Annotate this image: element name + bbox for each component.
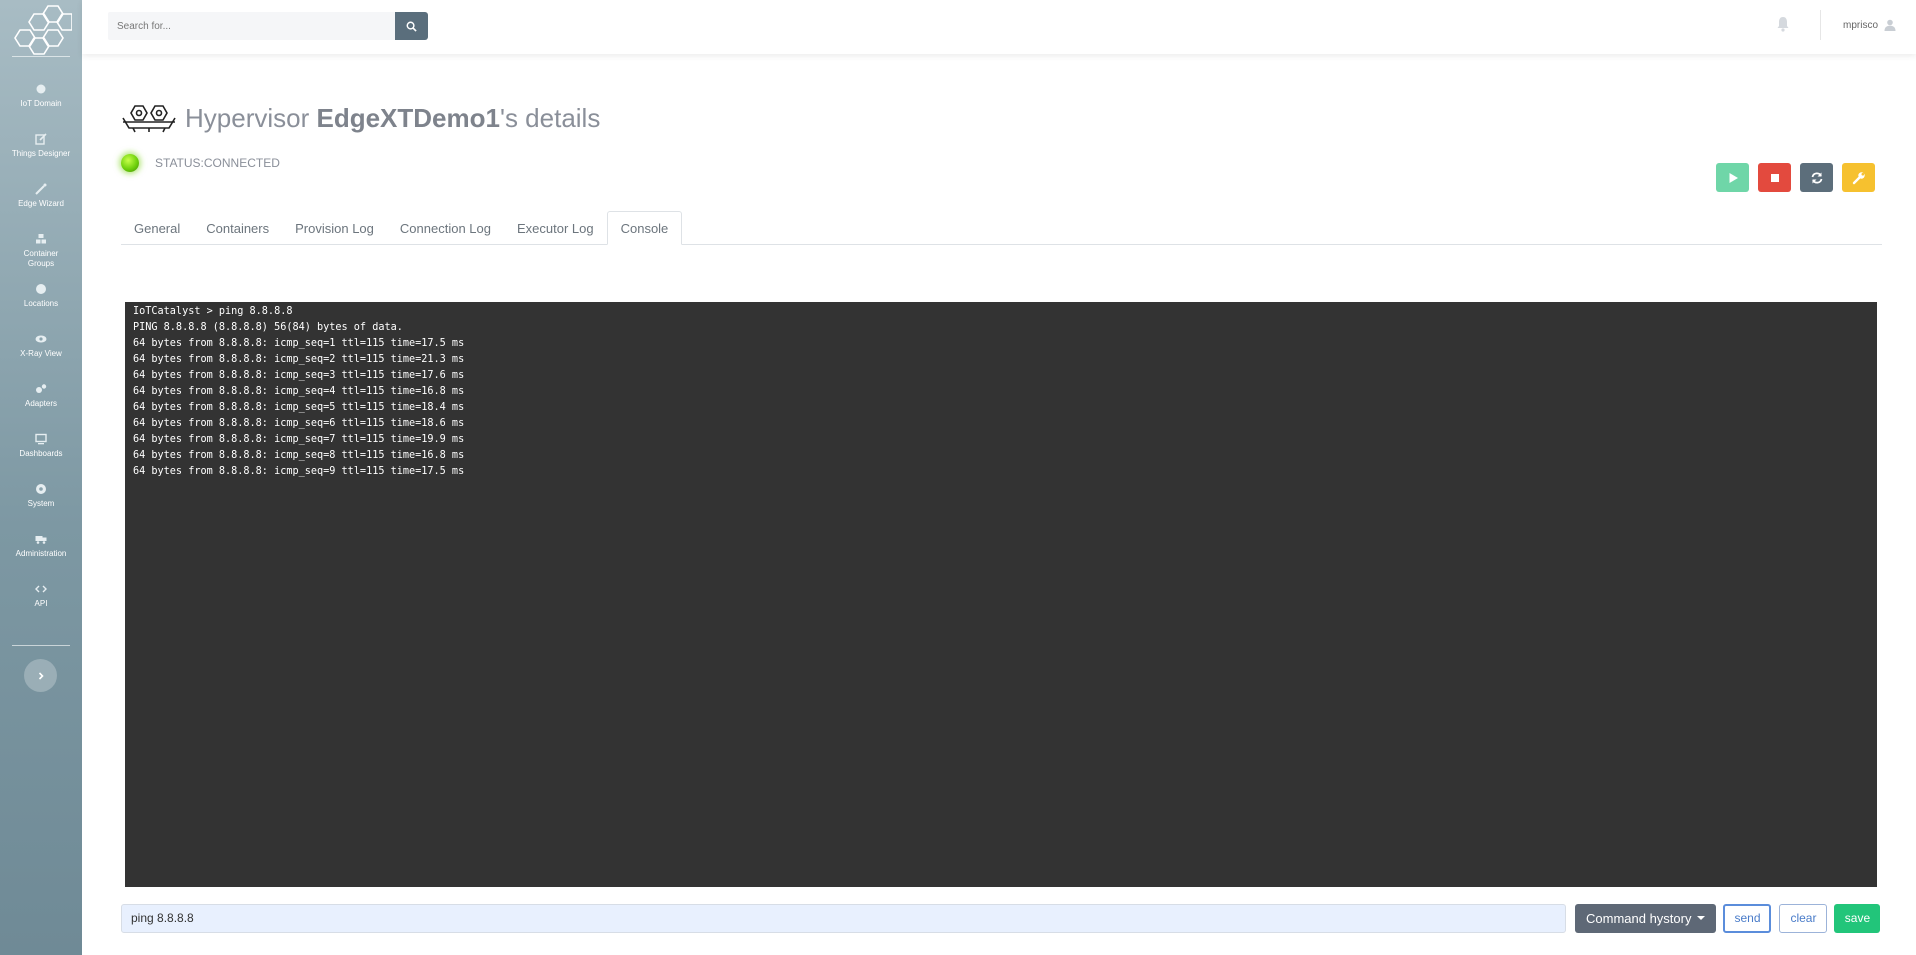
- sidebar-nav: IoT Domain Things Designer Edge Wizard C…: [0, 76, 82, 626]
- tab-console[interactable]: Console: [606, 211, 683, 245]
- user-menu[interactable]: mprisco: [1843, 19, 1896, 31]
- status-indicator: STATUS:CONNECTED: [121, 154, 280, 172]
- sidebar-item-label: Container Groups: [23, 249, 59, 268]
- sidebar-item-things-designer[interactable]: Things Designer: [0, 126, 82, 176]
- console-line: 64 bytes from 8.8.8.8: icmp_seq=9 ttl=11…: [133, 466, 465, 477]
- search-bar: [108, 12, 428, 40]
- send-button[interactable]: send: [1723, 903, 1772, 933]
- console-line: 64 bytes from 8.8.8.8: icmp_seq=2 ttl=11…: [133, 354, 465, 365]
- gear-icon: [34, 482, 48, 496]
- sidebar-item-label: Edge Wizard: [18, 199, 64, 208]
- settings-button[interactable]: [1842, 163, 1875, 192]
- sidebar-item-label: Adapters: [24, 399, 58, 408]
- sidebar-divider: [12, 645, 70, 646]
- save-button[interactable]: save: [1834, 903, 1881, 933]
- cogs-icon: [34, 382, 48, 396]
- sidebar-item-label: API: [34, 599, 48, 608]
- user-icon: [1884, 19, 1896, 31]
- truck-icon: [34, 532, 48, 546]
- hypervisor-icon: [122, 105, 176, 133]
- page-title: Hypervisor EdgeXTDemo1's details: [185, 102, 601, 133]
- globe-icon: [34, 282, 48, 296]
- play-icon: [1729, 172, 1738, 183]
- search-input[interactable]: [108, 12, 395, 40]
- sidebar-item-label: IoT Domain: [20, 99, 62, 108]
- tab-executor-log[interactable]: Executor Log: [504, 211, 607, 245]
- caret-down-icon: [1697, 916, 1706, 920]
- sidebar-item-x-ray-view[interactable]: X-Ray View: [0, 326, 82, 376]
- sidebar-item-administration[interactable]: Administration: [0, 526, 82, 576]
- hexagon-logo-icon[interactable]: [10, 4, 72, 56]
- console-line: PING 8.8.8.8 (8.8.8.8) 56(84) bytes of d…: [133, 322, 403, 333]
- action-toolbar: [1716, 163, 1875, 192]
- stop-icon: [1770, 173, 1779, 182]
- console-line: 64 bytes from 8.8.8.8: icmp_seq=8 ttl=11…: [133, 450, 465, 461]
- page-header: Hypervisor EdgeXTDemo1's details: [121, 100, 600, 136]
- command-bar: Command hystory send clear save: [121, 903, 1882, 933]
- sidebar-item-label: Dashboards: [19, 449, 63, 458]
- topbar-divider: [1820, 10, 1821, 40]
- sidebar-expand-button[interactable]: [24, 659, 57, 692]
- console-line: 64 bytes from 8.8.8.8: icmp_seq=6 ttl=11…: [133, 418, 465, 429]
- username: mprisco: [1843, 19, 1879, 31]
- sidebar-item-label: System: [27, 499, 55, 508]
- tab-provision-log[interactable]: Provision Log: [282, 211, 387, 245]
- edit-icon: [34, 132, 48, 146]
- command-history-label: Command hystory: [1586, 910, 1692, 926]
- status-text: STATUS:CONNECTED: [155, 156, 280, 170]
- sidebar-item-system[interactable]: System: [0, 476, 82, 526]
- sidebar: IoT Domain Things Designer Edge Wizard C…: [0, 0, 82, 955]
- magic-wand-icon: [34, 182, 48, 196]
- refresh-button[interactable]: [1800, 163, 1833, 192]
- search-icon: [406, 21, 417, 32]
- tab-containers[interactable]: Containers: [193, 211, 282, 245]
- sidebar-item-dashboards[interactable]: Dashboards: [0, 426, 82, 476]
- top-bar: mprisco: [82, 0, 1916, 54]
- tab-bar: General Containers Provision Log Connect…: [121, 211, 1882, 245]
- bell-icon[interactable]: [1776, 16, 1790, 32]
- sidebar-divider: [12, 56, 70, 57]
- sidebar-item-edge-wizard[interactable]: Edge Wizard: [0, 176, 82, 226]
- sidebar-item-iot-domain[interactable]: IoT Domain: [0, 76, 82, 126]
- wrench-icon: [1852, 171, 1865, 184]
- console-line: 64 bytes from 8.8.8.8: icmp_seq=3 ttl=11…: [133, 370, 465, 381]
- status-led-icon: [121, 154, 139, 172]
- tab-general[interactable]: General: [121, 211, 193, 245]
- sidebar-item-api[interactable]: API: [0, 576, 82, 626]
- stop-button[interactable]: [1758, 163, 1791, 192]
- sidebar-item-label: X-Ray View: [20, 349, 62, 358]
- sidebar-item-adapters[interactable]: Adapters: [0, 376, 82, 426]
- console-line: 64 bytes from 8.8.8.8: icmp_seq=5 ttl=11…: [133, 402, 465, 413]
- search-button[interactable]: [395, 12, 428, 40]
- command-history-dropdown[interactable]: Command hystory: [1575, 903, 1717, 933]
- console-line: 64 bytes from 8.8.8.8: icmp_seq=4 ttl=11…: [133, 386, 465, 397]
- sidebar-item-locations[interactable]: Locations: [0, 276, 82, 326]
- eye-icon: [34, 332, 48, 346]
- command-input[interactable]: [121, 903, 1566, 933]
- console-output[interactable]: IoTCatalyst > ping 8.8.8.8 PING 8.8.8.8 …: [125, 302, 1877, 887]
- tab-connection-log[interactable]: Connection Log: [387, 211, 504, 245]
- code-icon: [34, 582, 48, 596]
- sidebar-item-label: Locations: [23, 299, 59, 308]
- monitor-icon: [34, 432, 48, 446]
- domain-icon: [34, 82, 48, 96]
- sidebar-item-label: Administration: [15, 549, 67, 558]
- sidebar-item-label: Things Designer: [11, 149, 71, 158]
- chevron-right-icon: [38, 671, 44, 680]
- clear-button[interactable]: clear: [1779, 903, 1828, 933]
- cubes-icon: [34, 232, 48, 246]
- refresh-icon: [1811, 171, 1822, 184]
- console-line: IoTCatalyst > ping 8.8.8.8: [133, 306, 293, 317]
- console-line: 64 bytes from 8.8.8.8: icmp_seq=1 ttl=11…: [133, 338, 465, 349]
- console-line: 64 bytes from 8.8.8.8: icmp_seq=7 ttl=11…: [133, 434, 465, 445]
- start-button[interactable]: [1716, 163, 1749, 192]
- sidebar-item-container-groups[interactable]: Container Groups: [0, 226, 82, 276]
